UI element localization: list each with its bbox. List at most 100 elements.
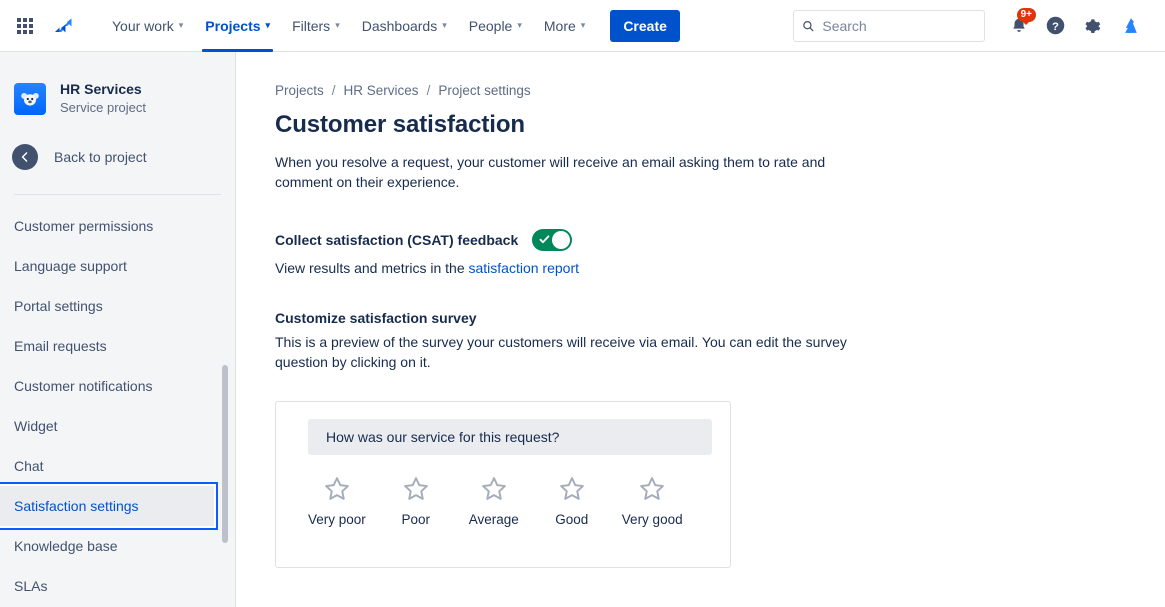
chevron-down-icon: ▾ <box>266 21 271 30</box>
back-to-project-label: Back to project <box>54 149 147 165</box>
settings-nav-list: Customer permissions Language support Po… <box>0 206 235 606</box>
sidebar-item-knowledge-base[interactable]: Knowledge base <box>0 526 235 566</box>
nav-item-your-work[interactable]: Your work ▾ <box>101 0 194 52</box>
breadcrumb: Projects / HR Services / Project setting… <box>236 52 1165 98</box>
rating-option-poor[interactable]: Poor <box>388 474 444 527</box>
jira-logo-button[interactable] <box>47 10 79 42</box>
sidebar-scrollbar-thumb[interactable] <box>222 365 228 543</box>
rating-option-good[interactable]: Good <box>544 474 600 527</box>
app-switcher-button[interactable] <box>9 10 41 42</box>
chevron-down-icon: ▾ <box>581 21 586 30</box>
rating-label: Poor <box>402 512 431 527</box>
project-meta: HR Services Service project <box>60 81 146 116</box>
breadcrumb-item-projects[interactable]: Projects <box>275 83 324 98</box>
sidebar-item-widget[interactable]: Widget <box>0 406 235 446</box>
sidebar-item-label: Email requests <box>14 338 107 354</box>
app-switcher-icon <box>17 18 33 34</box>
sidebar-item-language-support[interactable]: Language support <box>0 246 235 286</box>
survey-preview-card: How was our service for this request? Ve… <box>275 401 731 568</box>
primary-nav-items: Your work ▾ Projects ▾ Filters ▾ Dashboa… <box>101 0 680 52</box>
help-button[interactable]: ? <box>1039 10 1071 42</box>
sidebar-item-slas[interactable]: SLAs <box>0 566 235 606</box>
nav-item-label: Projects <box>205 18 260 34</box>
sidebar-item-portal-settings[interactable]: Portal settings <box>0 286 235 326</box>
view-results-text: View results and metrics in the satisfac… <box>236 251 1165 276</box>
nav-item-people[interactable]: People ▾ <box>458 0 533 52</box>
csat-toggle[interactable] <box>532 229 572 251</box>
sidebar-item-label: Language support <box>14 258 127 274</box>
nav-item-filters[interactable]: Filters ▾ <box>281 0 351 52</box>
sidebar-item-email-requests[interactable]: Email requests <box>0 326 235 366</box>
sidebar-item-label: Knowledge base <box>14 538 118 554</box>
project-header[interactable]: HR Services Service project <box>0 52 235 116</box>
page-intro-text: When you resolve a request, your custome… <box>236 140 844 192</box>
rating-option-very-poor[interactable]: Very poor <box>308 474 366 527</box>
view-results-prefix: View results and metrics in the <box>275 260 469 276</box>
search-box[interactable] <box>793 10 985 42</box>
customize-survey-heading: Customize satisfaction survey <box>236 276 1165 326</box>
sidebar-item-label: Widget <box>14 418 58 434</box>
project-avatar <box>14 83 46 115</box>
user-avatar-button[interactable] <box>1115 10 1147 42</box>
jira-logo-icon <box>51 14 75 38</box>
top-navigation-bar: Your work ▾ Projects ▾ Filters ▾ Dashboa… <box>0 0 1165 52</box>
search-icon <box>802 19 814 33</box>
breadcrumb-separator: / <box>427 83 431 98</box>
create-button[interactable]: Create <box>610 10 680 42</box>
star-icon <box>401 474 431 504</box>
sidebar-item-label: Chat <box>14 458 44 474</box>
star-icon <box>557 474 587 504</box>
nav-right-actions: 9+ ? <box>793 10 1165 42</box>
csat-label: Collect satisfaction (CSAT) feedback <box>275 232 518 248</box>
project-name: HR Services <box>60 81 146 98</box>
nav-item-label: People <box>469 18 513 34</box>
sidebar-item-label: Satisfaction settings <box>14 498 139 514</box>
rating-label: Very poor <box>308 512 366 527</box>
help-icon: ? <box>1045 15 1066 36</box>
nav-item-label: Dashboards <box>362 18 438 34</box>
star-icon <box>637 474 667 504</box>
atlassian-avatar-icon <box>1120 15 1142 37</box>
breadcrumb-item-hr-services[interactable]: HR Services <box>344 83 419 98</box>
svg-text:?: ? <box>1052 21 1059 33</box>
sidebar-item-customer-permissions[interactable]: Customer permissions <box>0 206 235 246</box>
rating-option-average[interactable]: Average <box>466 474 522 527</box>
csat-toggle-row: Collect satisfaction (CSAT) feedback <box>236 192 1165 251</box>
star-icon <box>479 474 509 504</box>
rating-option-very-good[interactable]: Very good <box>622 474 683 527</box>
toggle-knob <box>552 231 570 249</box>
nav-item-dashboards[interactable]: Dashboards ▾ <box>351 0 458 52</box>
breadcrumb-item-project-settings[interactable]: Project settings <box>438 83 530 98</box>
satisfaction-report-link[interactable]: satisfaction report <box>469 260 580 276</box>
page-title: Customer satisfaction <box>236 98 1165 140</box>
customize-survey-description: This is a preview of the survey your cus… <box>236 326 851 372</box>
rating-label: Very good <box>622 512 683 527</box>
nav-item-more[interactable]: More ▾ <box>533 0 596 52</box>
nav-item-projects[interactable]: Projects ▾ <box>194 0 281 52</box>
rating-label: Good <box>555 512 588 527</box>
sidebar-item-chat[interactable]: Chat <box>0 446 235 486</box>
sidebar-item-customer-notifications[interactable]: Customer notifications <box>0 366 235 406</box>
notifications-button[interactable]: 9+ <box>1003 10 1035 42</box>
settings-button[interactable] <box>1075 10 1107 42</box>
back-arrow-circle <box>12 144 38 170</box>
back-to-project-button[interactable]: Back to project <box>0 116 235 170</box>
sidebar-item-label: Customer notifications <box>14 378 153 394</box>
koala-avatar-icon <box>19 88 41 110</box>
gear-icon <box>1081 15 1102 36</box>
breadcrumb-separator: / <box>332 83 336 98</box>
project-type: Service project <box>60 99 146 116</box>
sidebar-item-label: SLAs <box>14 578 47 594</box>
project-settings-sidebar: HR Services Service project Back to proj… <box>0 52 236 607</box>
sidebar-item-label: Customer permissions <box>14 218 153 234</box>
chevron-down-icon: ▾ <box>335 21 340 30</box>
arrow-left-icon <box>18 150 32 164</box>
notifications-badge: 9+ <box>1017 8 1036 22</box>
survey-rating-stars: Very poor Poor Average Good <box>308 474 730 527</box>
search-input[interactable] <box>822 18 976 34</box>
chevron-down-icon: ▾ <box>517 21 522 30</box>
chevron-down-icon: ▾ <box>179 21 184 30</box>
main-content: Projects / HR Services / Project setting… <box>236 52 1165 607</box>
sidebar-item-satisfaction-settings[interactable]: Satisfaction settings <box>0 486 214 526</box>
survey-question-field[interactable]: How was our service for this request? <box>308 419 712 455</box>
